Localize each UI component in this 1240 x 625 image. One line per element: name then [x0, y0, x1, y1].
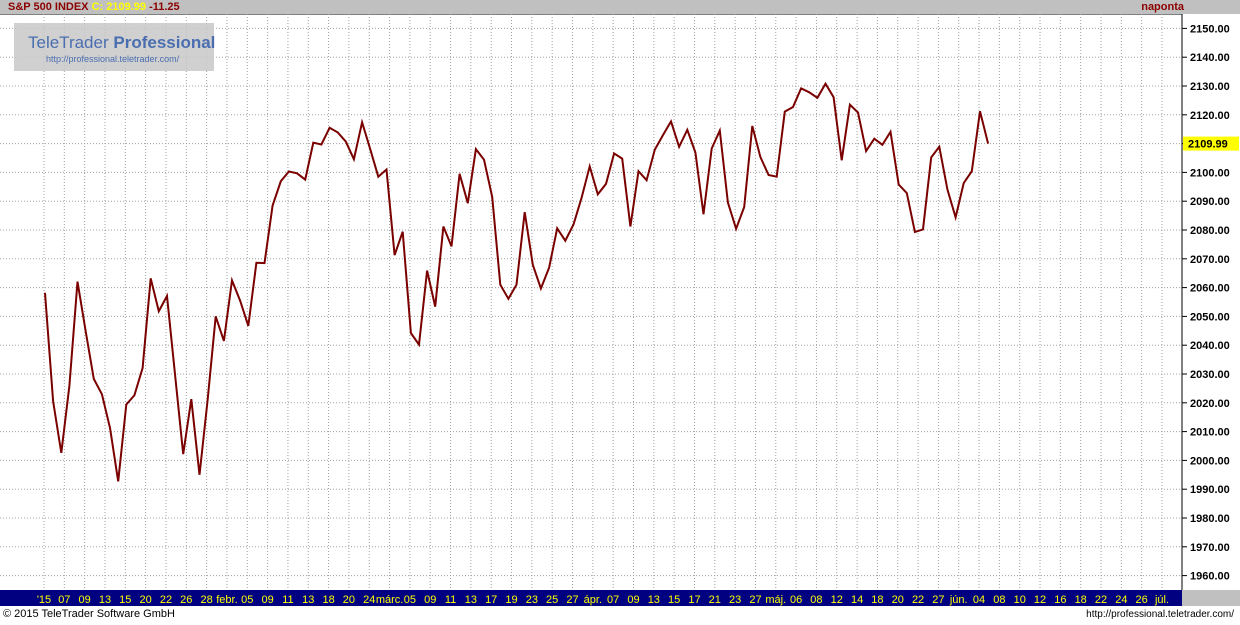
- y-tick-label: 1960.00: [1190, 571, 1230, 583]
- x-tick-label: 09: [424, 594, 436, 606]
- y-tick-label: 2150.00: [1190, 23, 1230, 35]
- x-tick-label: 18: [871, 594, 883, 606]
- x-tick-label: 22: [160, 594, 172, 606]
- x-tick-label: 13: [302, 594, 314, 606]
- x-tick-label: 07: [607, 594, 619, 606]
- x-tick-label: 23: [729, 594, 741, 606]
- x-tick-label: 06: [790, 594, 802, 606]
- chart-svg: TeleTrader Professional http://professio…: [0, 14, 1240, 606]
- last-price-marker: 2109.99: [1183, 136, 1239, 151]
- x-tick-label: 11: [445, 594, 456, 606]
- x-tick-label: 05: [404, 594, 416, 606]
- x-tick-label: 13: [99, 594, 111, 606]
- x-tick-label: 09: [261, 594, 273, 606]
- y-tick-label: 2140.00: [1190, 52, 1230, 64]
- x-tick-label: 11: [282, 594, 293, 606]
- y-tick-label: 2040.00: [1190, 340, 1230, 352]
- x-tick-label: 21: [709, 594, 721, 606]
- x-tick-label: 22: [912, 594, 924, 606]
- axis-corner: [1182, 590, 1240, 606]
- grid: [0, 14, 1182, 590]
- copyright-text: © 2015 TeleTrader Software GmbH: [3, 608, 175, 620]
- x-tick-label: ápr.: [584, 594, 602, 606]
- x-tick-label: 27: [749, 594, 761, 606]
- x-tick-label: júl.: [1154, 594, 1169, 606]
- y-tick-label: 2020.00: [1190, 398, 1230, 410]
- x-tick-label: jún.: [949, 594, 968, 606]
- x-tick-label: 05: [241, 594, 253, 606]
- y-tick-label: 1990.00: [1190, 484, 1230, 496]
- x-tick-label: 17: [688, 594, 700, 606]
- x-tick-label: 27: [566, 594, 578, 606]
- x-tick-label: 08: [810, 594, 822, 606]
- x-tick-label: '15: [37, 594, 51, 606]
- y-tick-label: 2030.00: [1190, 369, 1230, 381]
- watermark-logo: TeleTrader Professional http://professio…: [14, 23, 215, 71]
- x-tick-label: 04: [973, 594, 985, 606]
- y-tick-label: 2010.00: [1190, 427, 1230, 439]
- x-tick-label: márc.: [376, 594, 404, 606]
- x-tick-label: 20: [140, 594, 152, 606]
- x-tick-label: 14: [851, 594, 863, 606]
- x-tick-label: 07: [58, 594, 70, 606]
- x-tick-label: 10: [1014, 594, 1026, 606]
- x-tick-label: 12: [831, 594, 843, 606]
- x-tick-label: 20: [343, 594, 355, 606]
- x-tick-label: 09: [79, 594, 91, 606]
- last-price-label: 2109.99: [1188, 139, 1228, 151]
- y-tick-label: 2000.00: [1190, 455, 1230, 467]
- x-tick-label: máj.: [765, 594, 786, 606]
- x-tick-label: 12: [1034, 594, 1046, 606]
- x-tick-label: 15: [119, 594, 131, 606]
- x-tick-label: febr.: [216, 594, 237, 606]
- x-tick-label: 24: [1115, 594, 1127, 606]
- y-tick-label: 2050.00: [1190, 311, 1230, 323]
- y-tick-label: 1980.00: [1190, 513, 1230, 525]
- y-tick-label: 2120.00: [1190, 110, 1230, 122]
- x-tick-label: 20: [892, 594, 904, 606]
- x-tick-label: 26: [1136, 594, 1148, 606]
- x-tick-label: 24: [363, 594, 375, 606]
- y-tick-label: 2100.00: [1190, 167, 1230, 179]
- y-tick-label: 2090.00: [1190, 196, 1230, 208]
- y-tick-label: 2070.00: [1190, 254, 1230, 266]
- x-tick-label: 22: [1095, 594, 1107, 606]
- x-tick-label: 09: [627, 594, 639, 606]
- x-tick-label: 18: [322, 594, 334, 606]
- x-tick-label: 23: [526, 594, 538, 606]
- footer-url-link[interactable]: http://professional.teletrader.com/: [1086, 609, 1234, 620]
- x-tick-label: 17: [485, 594, 497, 606]
- y-tick-label: 2060.00: [1190, 283, 1230, 295]
- x-tick-label: 26: [180, 594, 192, 606]
- x-tick-label: 13: [465, 594, 477, 606]
- x-tick-label: 18: [1075, 594, 1087, 606]
- y-tick-label: 2080.00: [1190, 225, 1230, 237]
- x-tick-label: 19: [505, 594, 517, 606]
- x-tick-label: 28: [200, 594, 212, 606]
- y-tick-label: 1970.00: [1190, 542, 1230, 554]
- watermark-brand: TeleTrader Professional: [28, 33, 215, 52]
- x-tick-label: 16: [1054, 594, 1066, 606]
- x-tick-label: 13: [648, 594, 660, 606]
- x-tick-label: 08: [993, 594, 1005, 606]
- x-tick-label: 15: [668, 594, 680, 606]
- watermark-url: http://professional.teletrader.com/: [46, 54, 180, 64]
- x-tick-label: 27: [932, 594, 944, 606]
- y-tick-label: 2130.00: [1190, 81, 1230, 93]
- x-tick-label: 25: [546, 594, 558, 606]
